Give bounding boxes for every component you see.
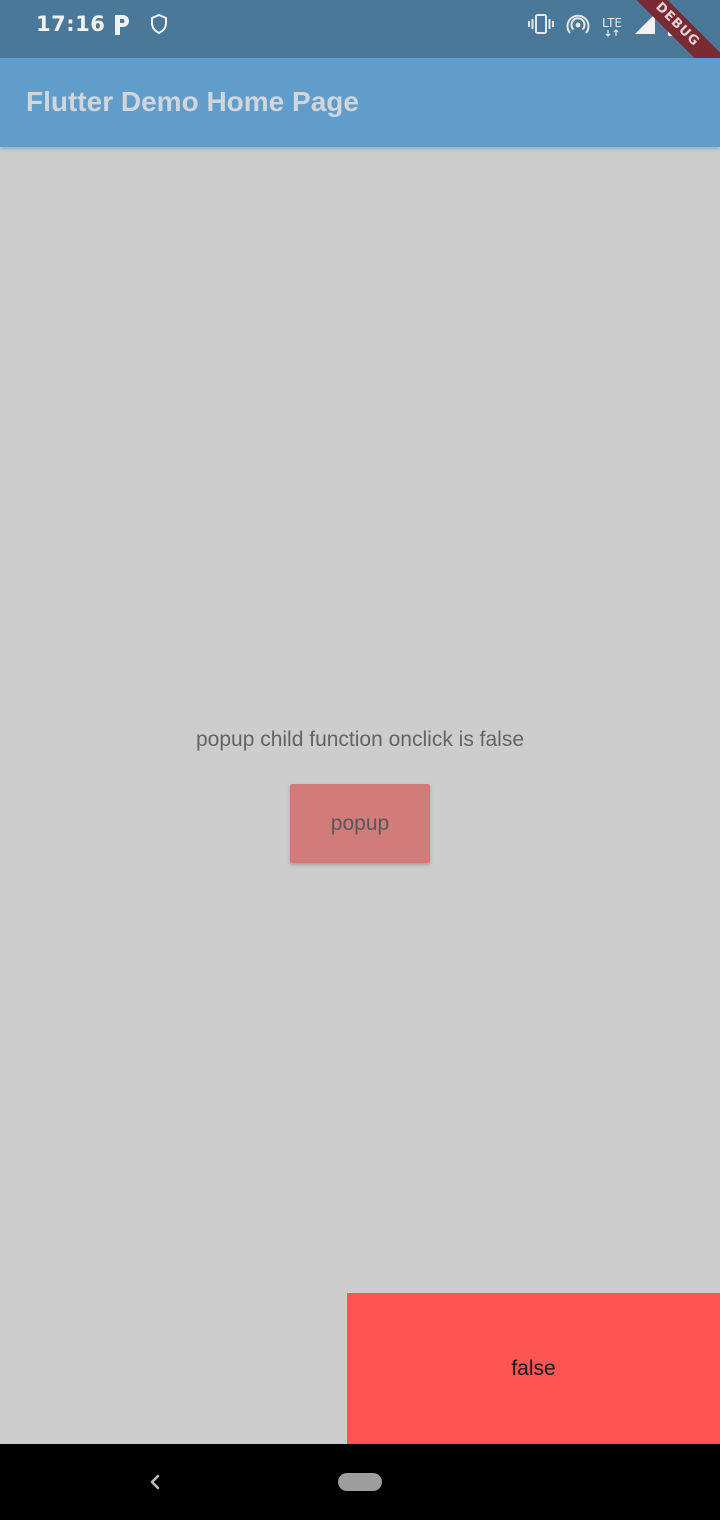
app-title: Flutter Demo Home Page — [26, 86, 359, 117]
shield-icon — [150, 13, 168, 42]
popup-button[interactable]: popup — [290, 784, 430, 863]
lte-icon: LTE — [602, 17, 622, 37]
status-time: 17:16 — [36, 12, 106, 36]
status-message: popup child function onclick is false — [195, 728, 525, 751]
screen: 17:16 LTE DEBUG Flutter Demo Home Page p… — [0, 0, 720, 1520]
status-bar: 17:16 LTE — [0, 0, 720, 58]
app-bar: Flutter Demo Home Page — [0, 58, 720, 147]
hotspot-icon — [566, 12, 590, 41]
vibrate-icon — [528, 13, 555, 40]
status-left-icons — [112, 13, 168, 42]
popup-button-label: popup — [330, 811, 390, 835]
result-box: false — [347, 1293, 720, 1444]
navigation-bar — [0, 1444, 720, 1520]
lte-label: LTE — [602, 15, 622, 30]
back-chevron-icon[interactable] — [143, 1468, 167, 1496]
result-label: false — [511, 1356, 556, 1380]
home-pill-icon[interactable] — [338, 1473, 382, 1491]
parking-icon — [112, 13, 132, 42]
